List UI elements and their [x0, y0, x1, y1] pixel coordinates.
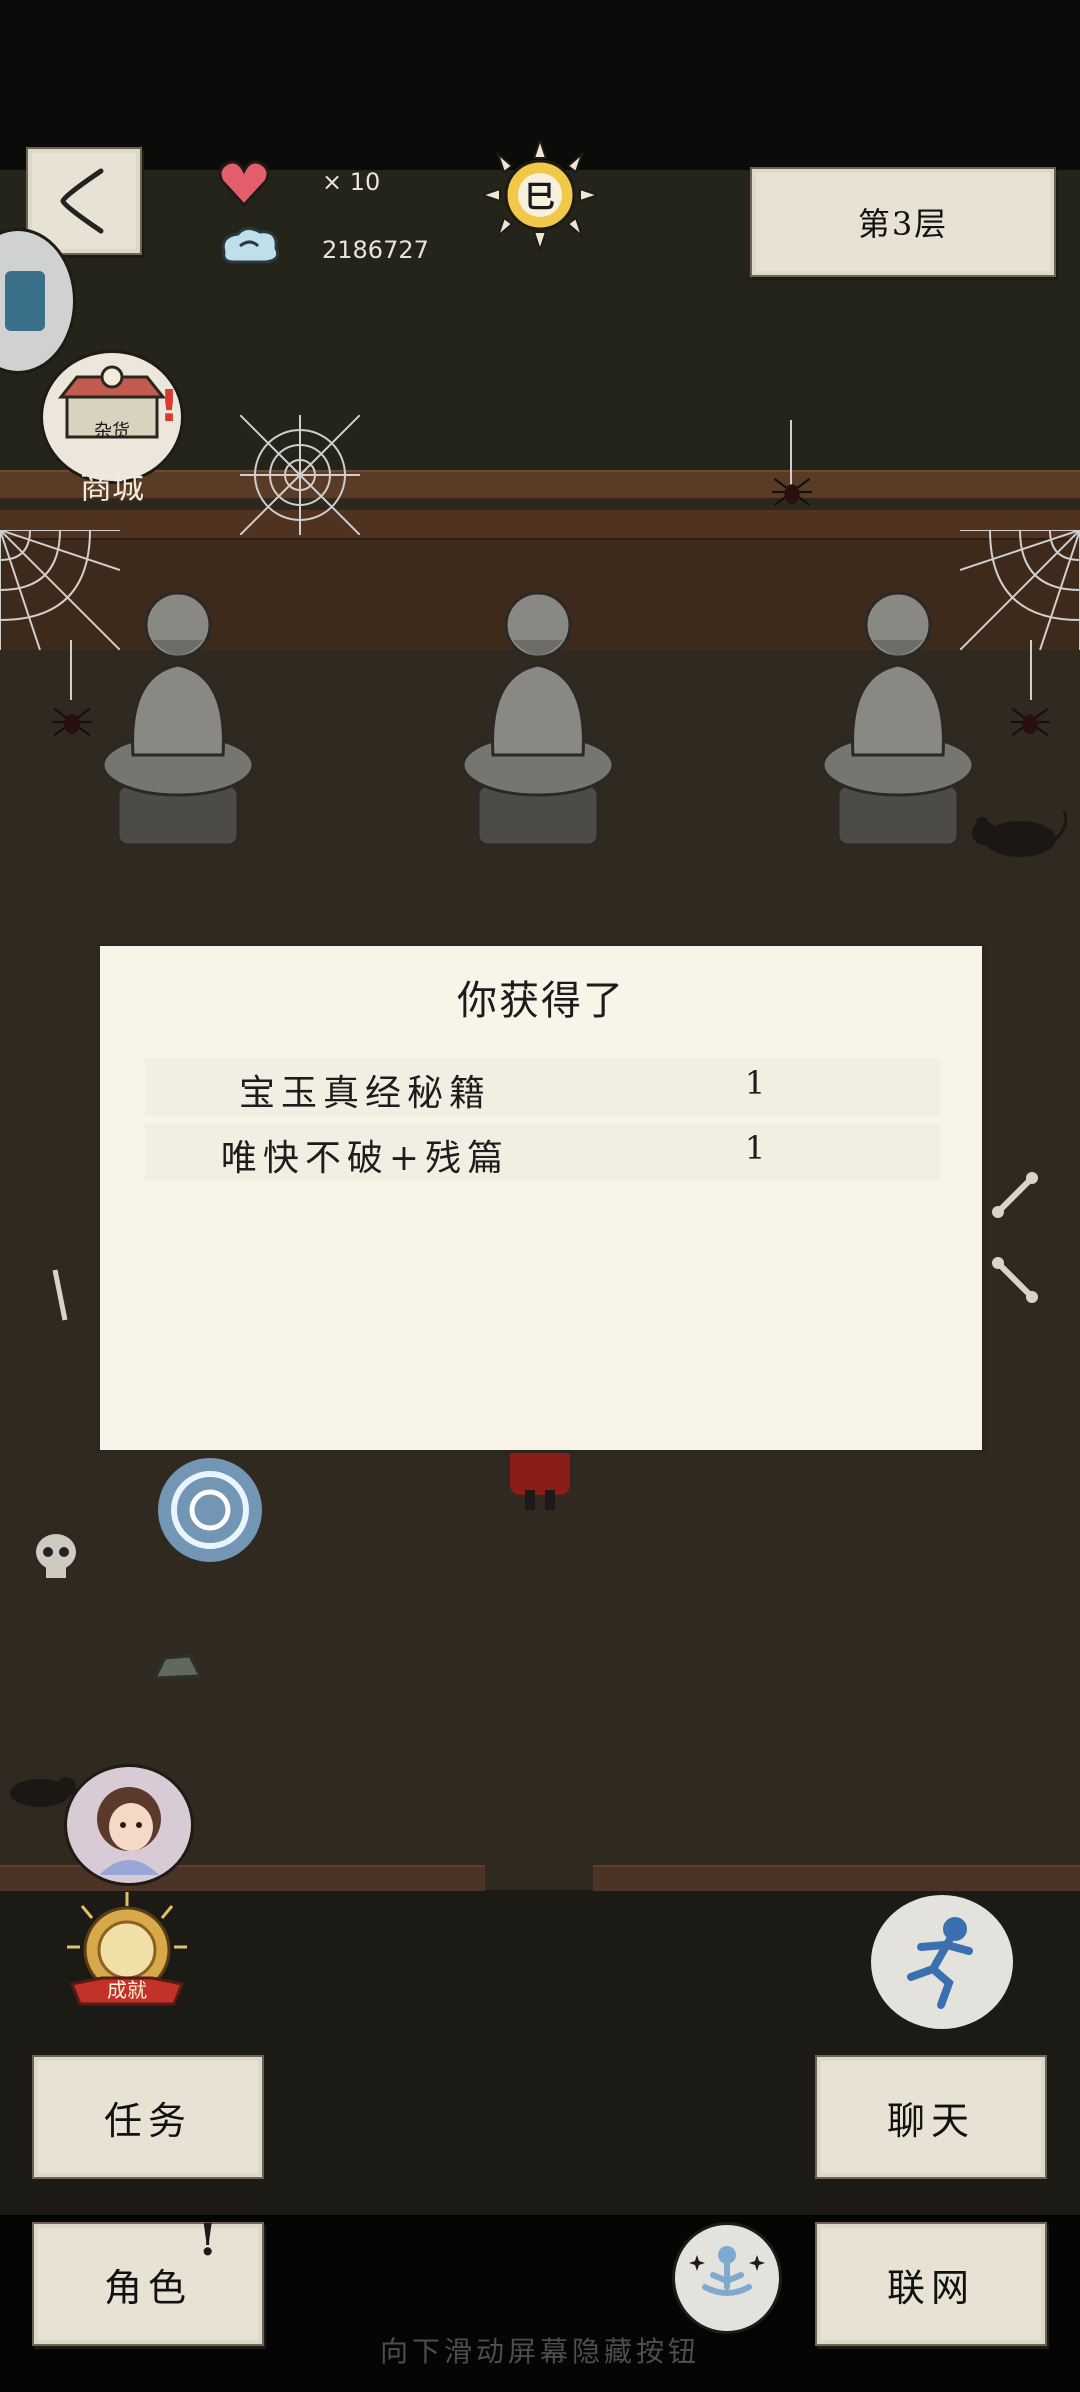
- skull-icon: [36, 1534, 76, 1578]
- spider-icon: [772, 477, 812, 507]
- spider-icon: [1010, 707, 1050, 737]
- buddha-statue: [461, 591, 615, 847]
- shop-sign-text: 杂货: [94, 421, 130, 442]
- girl-portrait-icon: [97, 1787, 161, 1875]
- spider-thread: [70, 640, 72, 700]
- currency-value: 2186727: [322, 236, 429, 264]
- buddha-statue: [821, 591, 975, 847]
- role-alert-icon: !: [198, 2215, 218, 2266]
- chat-button[interactable]: 聊天: [815, 2055, 1047, 2179]
- shop-label: 商城: [79, 468, 144, 506]
- reward-name: 唯快不破+残篇: [220, 1138, 510, 1179]
- cloud-currency-icon: [221, 227, 280, 264]
- hide-buttons-hint: 向下滑动屏幕隐藏按钮: [379, 2335, 700, 2368]
- dialog-title: 你获得了: [457, 978, 625, 1024]
- heart-icon: [218, 160, 270, 208]
- rock-icon: [152, 1654, 203, 1680]
- buddha-statue: [101, 591, 255, 847]
- task-button[interactable]: 任务: [32, 2055, 264, 2179]
- bone-icon: [992, 1257, 1038, 1303]
- reward-dialog: 你获得了 宝玉真经秘籍 1 唯快不破+残篇 1: [97, 943, 985, 1453]
- alert-icon: !: [159, 381, 180, 432]
- role-button[interactable]: 角色: [32, 2222, 264, 2346]
- portal-icon[interactable]: [150, 1450, 270, 1570]
- role-button-label: 角色: [103, 2265, 192, 2310]
- spider-thread: [1030, 640, 1032, 700]
- sprint-button[interactable]: [868, 1892, 1016, 2032]
- meditate-button[interactable]: [672, 2222, 782, 2334]
- floor-plank: [593, 1865, 1080, 1891]
- running-figure-icon: [907, 1917, 973, 2009]
- spider-icon: [52, 707, 92, 737]
- lives-count: × 10: [322, 168, 381, 196]
- floor-label: 第3层: [750, 167, 1056, 277]
- network-button[interactable]: 联网: [815, 2222, 1047, 2346]
- wood-beam: [0, 470, 1080, 500]
- chevron-left-icon: [60, 168, 104, 234]
- reward-qty: 1: [744, 1129, 766, 1167]
- meditation-icon: [689, 2246, 765, 2296]
- floor-plank: [0, 1865, 485, 1891]
- bone-icon: [992, 1172, 1038, 1218]
- reward-name: 宝玉真经秘籍: [238, 1073, 491, 1114]
- reward-row: 宝玉真经秘籍 1: [145, 1058, 940, 1116]
- cobweb-icon: [960, 530, 1080, 650]
- reward-qty: 1: [744, 1064, 766, 1102]
- time-glyph: 巳: [525, 180, 555, 215]
- companion-avatar[interactable]: [64, 1764, 194, 1886]
- cobweb-icon: [240, 415, 360, 535]
- reward-row: 唯快不破+残篇 1: [145, 1123, 940, 1181]
- achievement-label: 成就: [107, 1978, 147, 2002]
- bone-icon: [52, 1269, 68, 1321]
- wood-beam: [0, 510, 1080, 540]
